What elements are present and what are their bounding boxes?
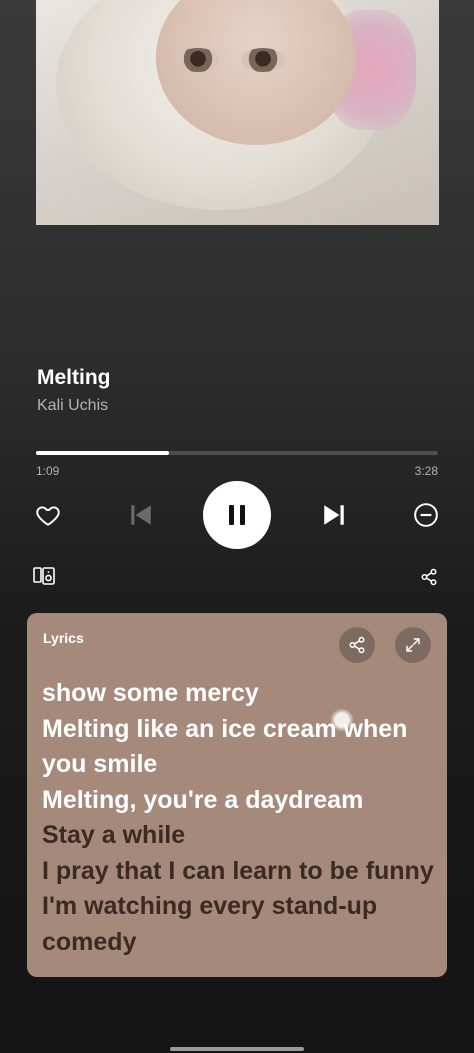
album-art-eye-left xyxy=(176,48,220,72)
next-button[interactable] xyxy=(318,499,350,531)
track-title[interactable]: Melting xyxy=(37,366,111,390)
album-art xyxy=(36,0,439,225)
lyric-line[interactable]: I pray that I can learn to be funny xyxy=(42,854,437,890)
pause-button[interactable] xyxy=(203,481,271,549)
minus-circle-icon xyxy=(414,503,438,527)
lyric-line[interactable]: show some mercy xyxy=(42,676,437,712)
lyrics-lines: show some mercy Melting like an ice crea… xyxy=(42,676,437,960)
album-art-eye-right xyxy=(241,48,285,72)
pause-icon xyxy=(229,505,245,525)
touch-indicator xyxy=(331,709,353,731)
share-icon xyxy=(421,568,437,586)
like-button[interactable] xyxy=(33,500,63,530)
lyrics-share-button[interactable] xyxy=(339,627,375,663)
lyric-line[interactable]: you smile xyxy=(42,747,437,783)
share-icon xyxy=(349,636,365,654)
connect-devices-icon xyxy=(33,567,55,585)
lyric-line[interactable]: Melting like an ice cream when xyxy=(42,712,437,748)
progress-fill xyxy=(36,451,169,455)
lyrics-expand-button[interactable] xyxy=(395,627,431,663)
lyric-line[interactable]: I'm watching every stand-up xyxy=(42,889,437,925)
skip-previous-icon xyxy=(131,505,151,525)
expand-icon xyxy=(406,638,420,652)
heart-icon xyxy=(36,506,60,526)
lyrics-label: Lyrics xyxy=(43,630,84,646)
skip-next-icon xyxy=(324,505,344,525)
track-artist[interactable]: Kali Uchis xyxy=(37,397,108,415)
progress-bar[interactable] xyxy=(36,451,438,455)
lyrics-card[interactable]: Lyrics show some mercy Melting like an i… xyxy=(27,613,447,977)
home-indicator[interactable] xyxy=(170,1047,304,1051)
lyric-line[interactable]: Stay a while xyxy=(42,818,437,854)
remove-button[interactable] xyxy=(411,500,441,530)
connect-devices-button[interactable] xyxy=(31,563,57,589)
previous-button[interactable] xyxy=(125,499,157,531)
lyric-line[interactable]: Melting, you're a daydream xyxy=(42,783,437,819)
lyric-line[interactable]: comedy xyxy=(42,925,437,961)
total-duration: 3:28 xyxy=(414,464,438,478)
share-button[interactable] xyxy=(418,566,440,588)
elapsed-time: 1:09 xyxy=(36,464,60,478)
